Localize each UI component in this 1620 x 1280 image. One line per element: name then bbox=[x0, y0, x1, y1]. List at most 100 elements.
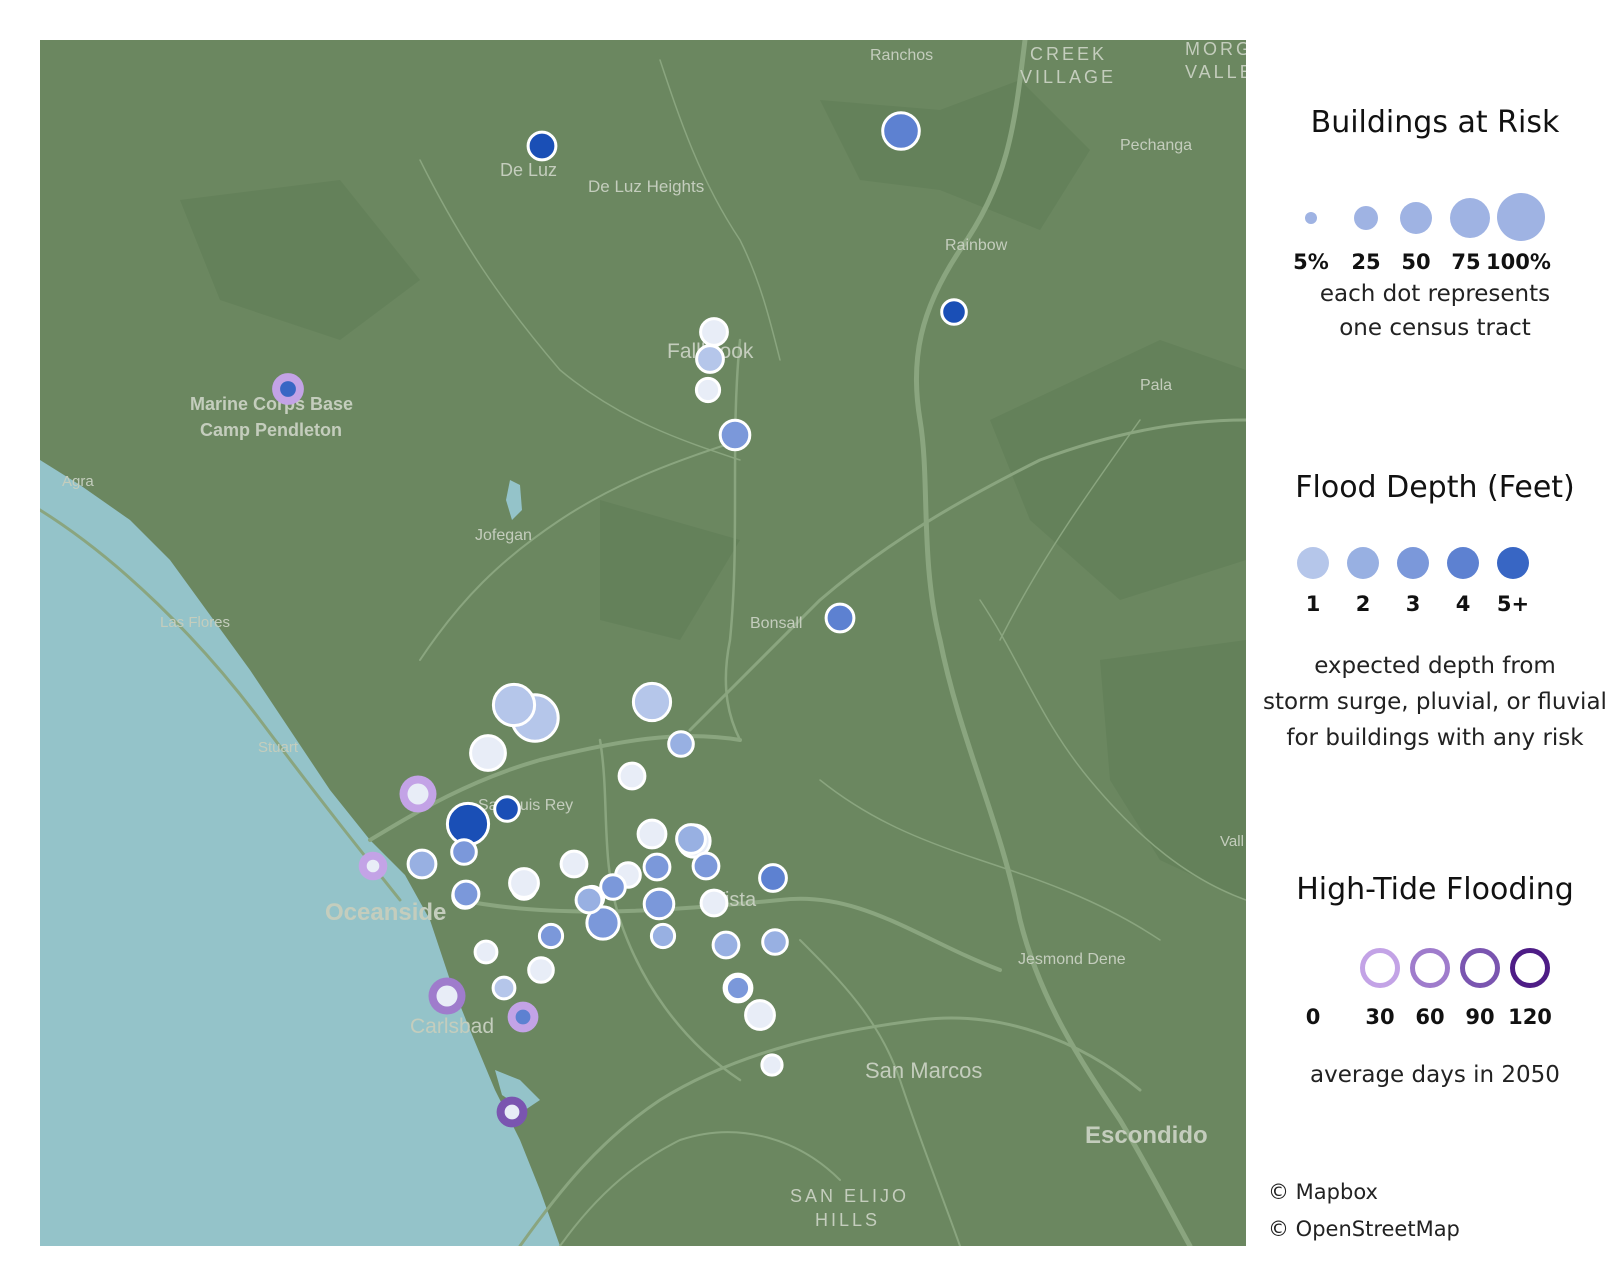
size-label: 100% bbox=[1486, 250, 1551, 274]
place-label: San Luis Rey bbox=[478, 797, 573, 814]
census-tract-dot[interactable] bbox=[445, 801, 491, 847]
tide-symbol-120 bbox=[1510, 948, 1550, 988]
buildings-note: each dot represents one census tract bbox=[1250, 277, 1620, 345]
place-label: Pechanga bbox=[1120, 137, 1192, 154]
census-tract-dot[interactable] bbox=[493, 795, 521, 823]
census-tract-dot[interactable] bbox=[642, 852, 672, 882]
place-label: Jofegan bbox=[475, 527, 532, 544]
legend: Buildings at Risk 5% 25 50 75 100% each … bbox=[1250, 0, 1620, 1280]
size-symbol-25 bbox=[1354, 206, 1378, 230]
place-label: CREEK bbox=[1030, 44, 1107, 64]
place-label: Pala bbox=[1140, 377, 1172, 394]
census-tract-dot[interactable] bbox=[724, 974, 752, 1002]
place-label: VALLE bbox=[1185, 62, 1246, 82]
census-tract-dot[interactable] bbox=[667, 730, 695, 758]
high-tide-tract-dot[interactable] bbox=[407, 783, 429, 805]
size-label: 5% bbox=[1293, 250, 1329, 274]
census-tract-dot[interactable] bbox=[636, 818, 668, 850]
census-tract-dot[interactable] bbox=[574, 885, 604, 915]
census-tract-dot[interactable] bbox=[491, 682, 537, 728]
tide-label: 0 bbox=[1305, 1005, 1321, 1029]
depth-note: expected depth from storm surge, pluvial… bbox=[1250, 648, 1620, 756]
place-label: De Luz Heights bbox=[588, 177, 704, 196]
place-label: Rainbow bbox=[945, 237, 1008, 254]
depth-label: 5+ bbox=[1496, 592, 1530, 616]
census-tract-dot[interactable] bbox=[527, 956, 555, 984]
high-tide-tract-dot[interactable] bbox=[280, 381, 296, 397]
census-tract-dot[interactable] bbox=[491, 975, 517, 1001]
depth-symbol-3 bbox=[1397, 547, 1429, 579]
census-tract-dot[interactable] bbox=[695, 344, 725, 374]
high-tide-tract-dot[interactable] bbox=[436, 985, 458, 1007]
census-tract-dot[interactable] bbox=[473, 939, 499, 965]
census-tract-dot[interactable] bbox=[642, 887, 676, 921]
depth-note-line-2: storm surge, pluvial, or fluvial bbox=[1263, 689, 1607, 715]
tide-label: 120 bbox=[1508, 1005, 1552, 1029]
tide-symbol-60 bbox=[1410, 948, 1450, 988]
size-symbol-100 bbox=[1497, 193, 1545, 241]
tide-symbol-30 bbox=[1360, 948, 1400, 988]
census-tract-dot[interactable] bbox=[691, 851, 721, 881]
place-label: Oceanside bbox=[325, 899, 446, 926]
place-label: De Luz bbox=[500, 160, 557, 180]
legend-title-tide: High-Tide Flooding bbox=[1296, 872, 1574, 907]
flood-risk-map[interactable]: Ranchos CREEK VILLAGE MORGA VALLE Pechan… bbox=[40, 40, 1246, 1246]
tide-note: average days in 2050 bbox=[1310, 1062, 1560, 1088]
place-label: HILLS bbox=[815, 1210, 880, 1230]
census-tract-dot[interactable] bbox=[675, 823, 707, 855]
legend-title-depth: Flood Depth (Feet) bbox=[1295, 470, 1575, 505]
place-label: Marine Corps Base bbox=[190, 394, 353, 414]
place-label: Camp Pendleton bbox=[200, 420, 342, 440]
census-tract-dot[interactable] bbox=[508, 867, 540, 899]
census-tract-dot[interactable] bbox=[744, 999, 776, 1031]
depth-note-line-3: for buildings with any risk bbox=[1286, 725, 1584, 751]
census-tract-dot[interactable] bbox=[537, 922, 565, 950]
place-label: MORGA bbox=[1185, 40, 1246, 59]
census-tract-dot[interactable] bbox=[758, 863, 788, 893]
depth-symbol-4 bbox=[1447, 547, 1479, 579]
census-tract-dot[interactable] bbox=[406, 848, 438, 880]
place-label: Jesmond Dene bbox=[1018, 951, 1126, 968]
place-label: Las Flores bbox=[160, 614, 230, 631]
census-tract-dot[interactable] bbox=[760, 1053, 784, 1077]
census-tract-dot[interactable] bbox=[718, 418, 752, 452]
buildings-note-line-2: one census tract bbox=[1339, 315, 1531, 341]
high-tide-tract-dot[interactable] bbox=[504, 1104, 520, 1120]
census-tract-dot[interactable] bbox=[451, 879, 481, 909]
high-tide-tract-dot[interactable] bbox=[515, 1009, 531, 1025]
place-label: SAN ELIJO bbox=[790, 1186, 909, 1206]
census-tract-dot[interactable] bbox=[824, 602, 856, 634]
census-tract-dot[interactable] bbox=[699, 888, 729, 918]
depth-symbol-5 bbox=[1497, 547, 1529, 579]
place-label: Bonsall bbox=[750, 615, 802, 632]
depth-symbol-2 bbox=[1347, 547, 1379, 579]
census-tract-dot[interactable] bbox=[694, 376, 722, 404]
census-tract-dot[interactable] bbox=[559, 849, 589, 879]
place-label: Escondido bbox=[1085, 1122, 1208, 1149]
depth-note-line-1: expected depth from bbox=[1314, 653, 1556, 679]
place-label: Agra bbox=[62, 473, 94, 490]
census-tract-dot[interactable] bbox=[711, 930, 741, 960]
census-tract-dot[interactable] bbox=[761, 928, 789, 956]
census-tract-dot[interactable] bbox=[881, 111, 921, 151]
place-label: Ranchos bbox=[870, 47, 933, 64]
place-label: VILLAGE bbox=[1020, 67, 1116, 87]
depth-symbol-1 bbox=[1297, 547, 1329, 579]
size-symbol-5 bbox=[1305, 212, 1317, 224]
census-tract-dot[interactable] bbox=[526, 130, 558, 162]
size-symbol-50 bbox=[1400, 202, 1432, 234]
census-tract-dot[interactable] bbox=[617, 761, 647, 791]
size-symbol-75 bbox=[1450, 198, 1490, 238]
high-tide-tract-dot[interactable] bbox=[366, 859, 380, 873]
census-tract-dot[interactable] bbox=[940, 298, 968, 326]
legend-title-buildings: Buildings at Risk bbox=[1310, 105, 1560, 140]
census-tract-dot[interactable] bbox=[699, 317, 729, 347]
place-label: Stuart bbox=[258, 739, 299, 756]
census-tract-dot[interactable] bbox=[450, 838, 478, 866]
census-tract-dot[interactable] bbox=[469, 734, 507, 772]
place-label: San Marcos bbox=[865, 1058, 982, 1083]
census-tract-dot[interactable] bbox=[631, 681, 673, 723]
attribution-mapbox[interactable]: © Mapbox bbox=[1268, 1180, 1378, 1204]
census-tract-dot[interactable] bbox=[649, 922, 677, 950]
attribution-osm[interactable]: © OpenStreetMap bbox=[1268, 1217, 1460, 1241]
